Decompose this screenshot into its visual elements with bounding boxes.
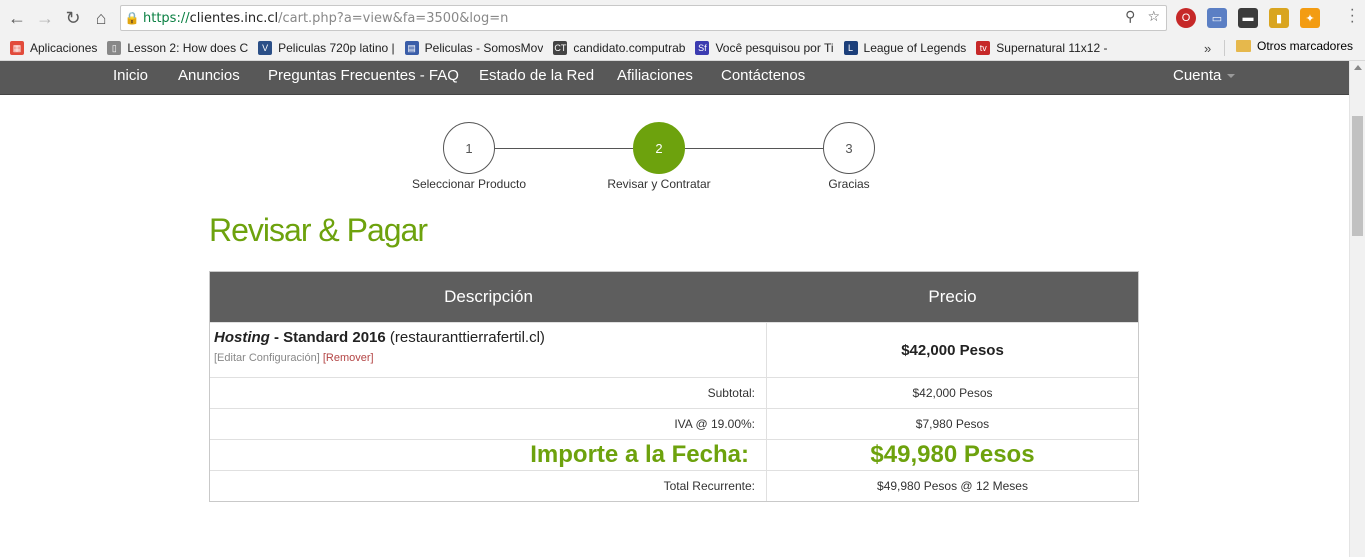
url-host: clientes.inc.cl [189, 10, 279, 26]
edit-configuration-link[interactable]: [Editar Configuración] [214, 352, 320, 364]
nav-item-estado-red[interactable]: Estado de la Red [479, 67, 594, 84]
step-label-3: Gracias [828, 177, 870, 191]
item-domain: (restauranttierrafertil.cl) [385, 329, 545, 346]
url-path: /cart.php?a=view&fa=3500&log=n [278, 10, 509, 26]
page-scrollbar[interactable] [1349, 61, 1365, 557]
page-icon: ▯ [107, 41, 122, 55]
ct-logo-icon: CT [553, 41, 568, 55]
car-extension-icon[interactable]: ▬ [1238, 8, 1258, 28]
subtotal-label: Subtotal: [210, 378, 767, 408]
table-row: Hosting - Standard 2016 (restauranttierr… [210, 322, 1138, 377]
film-icon: ▤ [404, 41, 419, 55]
bookmark-item[interactable]: ▯ Lesson 2: How does C [107, 41, 248, 55]
forward-arrow-icon[interactable]: → [31, 4, 59, 32]
scroll-thumb[interactable] [1352, 116, 1363, 236]
bookmark-star-icon[interactable]: ☆ [1147, 9, 1160, 25]
address-bar[interactable]: 🔒 https://clientes.inc.cl/cart.php?a=vie… [120, 5, 1167, 31]
bookmarks-bar: ▦ Aplicaciones ▯ Lesson 2: How does C V Pelic… [0, 36, 1365, 61]
item-separator: - [269, 329, 284, 346]
bookmark-item[interactable]: Sf Você pesquisou por Ti [695, 41, 834, 55]
step-label-1: Seleccionar Producto [411, 177, 527, 191]
step-circle-1: 1 [443, 122, 495, 174]
account-dropdown[interactable]: Cuenta [1173, 67, 1236, 84]
tax-value: $7,980 Pesos [915, 417, 990, 431]
opera-extension-icon[interactable]: O [1176, 8, 1196, 28]
bookmark-item[interactable]: L League of Legends [843, 41, 967, 55]
nav-item-faq[interactable]: Preguntas Frecuentes - FAQ [268, 67, 459, 84]
nav-item-inicio[interactable]: Inicio [113, 67, 148, 84]
item-price: $42,000 Pesos [901, 341, 1004, 359]
url-scheme: https:// [143, 10, 190, 26]
nav-item-contactenos[interactable]: Contáctenos [721, 67, 805, 84]
bookmark-label: Peliculas 720p latino | [278, 41, 395, 55]
folder-icon [1236, 40, 1251, 52]
lol-logo-icon: L [843, 41, 858, 55]
v-logo-icon: V [258, 41, 273, 55]
bookmarks-separator [1224, 40, 1225, 56]
site-navbar: Inicio Anuncios Preguntas Frecuentes - F… [0, 61, 1349, 95]
bookmark-item[interactable]: V Peliculas 720p latino | [258, 41, 395, 55]
nav-item-afiliaciones[interactable]: Afiliaciones [617, 67, 693, 84]
bookmark-label: Peliculas - SomosMov [424, 41, 544, 55]
home-icon[interactable]: ⌂ [87, 4, 115, 32]
remove-item-link[interactable]: [Remover] [323, 352, 374, 364]
browser-toolbar: ← → ↻ ⌂ 🔒 https://clientes.inc.cl/cart.p… [0, 0, 1365, 36]
lock-icon: 🔒 [124, 11, 140, 25]
bookmark-item[interactable]: ▦ Aplicaciones [10, 41, 97, 55]
table-row: Subtotal: $42,000 Pesos [210, 377, 1138, 408]
browser-menu-icon[interactable]: · · · [1350, 2, 1355, 30]
step-connector [685, 148, 823, 149]
step-label-2: Revisar y Contratar [607, 177, 711, 191]
subtotal-value: $42,000 Pesos [912, 386, 993, 400]
page-title: Revisar & Pagar [209, 212, 428, 248]
bookmark-label: Você pesquisou por Ti [715, 41, 834, 55]
recurring-value: $49,980 Pesos @ 12 Meses [877, 479, 1028, 493]
table-row: Importe a la Fecha: $49,980 Pesos [210, 439, 1138, 470]
step-circle-2: 2 [633, 122, 685, 174]
item-title: Hosting - Standard 2016 (restauranttierr… [214, 329, 762, 346]
bookmark-label: Supernatural 11x12 - [996, 41, 1108, 55]
share-extension-icon[interactable]: ✦ [1300, 8, 1320, 28]
other-bookmarks-folder[interactable]: Otros marcadores [1236, 39, 1353, 53]
bookmarks-overflow-icon[interactable]: » [1204, 41, 1211, 56]
header-description: Descripción [444, 287, 533, 306]
item-product: Standard 2016 [283, 329, 386, 346]
nav-item-anuncios[interactable]: Anuncios [178, 67, 240, 84]
flag-extension-icon[interactable]: ▮ [1269, 8, 1289, 28]
bookmark-label: Aplicaciones [30, 41, 98, 55]
other-bookmarks-label: Otros marcadores [1257, 39, 1354, 53]
bookmark-item[interactable]: tv Supernatural 11x12 - [976, 41, 1107, 55]
total-label: Importe a la Fecha: [210, 440, 767, 470]
bookmark-item[interactable]: ▤ Peliculas - SomosMov [404, 41, 544, 55]
recurring-label: Total Recurrente: [210, 471, 767, 501]
total-value: $49,980 Pesos [870, 441, 1035, 468]
table-row: IVA @ 19.00%: $7,980 Pesos [210, 408, 1138, 439]
sf-logo-icon: Sf [695, 41, 710, 55]
location-pin-icon[interactable]: ⚲ [1125, 9, 1135, 25]
item-category: Hosting [214, 329, 270, 346]
step-connector [495, 148, 633, 149]
tv-logo-icon: tv [976, 41, 991, 55]
bookmark-label: League of Legends [863, 41, 967, 55]
reload-icon[interactable]: ↻ [59, 4, 87, 32]
header-price: Precio [928, 287, 977, 306]
scroll-up-icon[interactable] [1354, 65, 1362, 70]
window-extension-icon[interactable]: ▭ [1207, 8, 1227, 28]
step-circle-3: 3 [823, 122, 875, 174]
tax-label: IVA @ 19.00%: [210, 409, 767, 439]
chevron-down-icon [1227, 74, 1236, 79]
table-row: Total Recurrente: $49,980 Pesos @ 12 Mes… [210, 470, 1138, 501]
bookmark-label: candidato.computrab [573, 41, 686, 55]
cart-table: Descripción Precio Hosting - Standard 20… [209, 271, 1139, 502]
account-label: Cuenta [1173, 67, 1222, 84]
apps-grid-icon: ▦ [10, 41, 24, 55]
bookmark-item[interactable]: CT candidato.computrab [553, 41, 685, 55]
back-arrow-icon[interactable]: ← [3, 4, 31, 32]
bookmark-label: Lesson 2: How does C [127, 41, 249, 55]
table-header: Descripción Precio [210, 272, 1138, 322]
